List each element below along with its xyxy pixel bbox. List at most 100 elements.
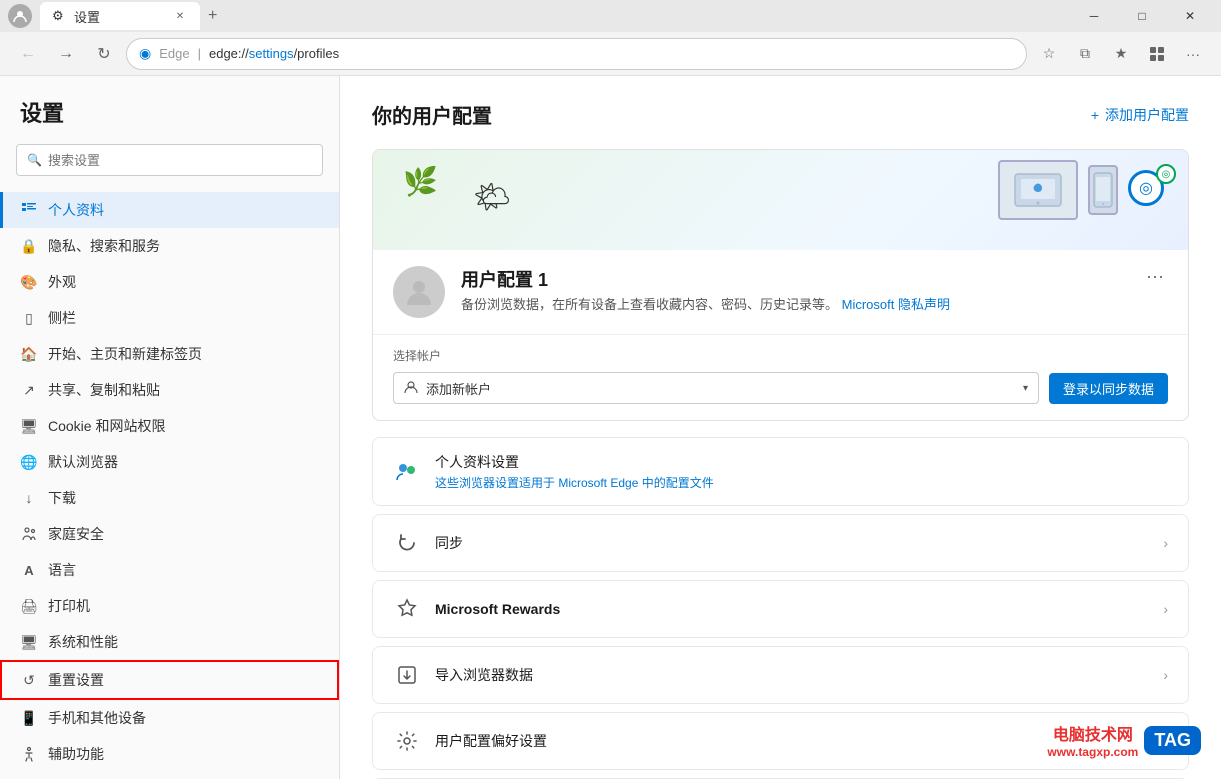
sidebar-item-mobile[interactable]: 📱 手机和其他设备 [0, 700, 339, 736]
search-box[interactable]: 🔍 [16, 144, 323, 176]
maximize-button[interactable]: □ [1119, 0, 1165, 32]
account-dropdown[interactable]: 添加新帐户 ▾ [393, 372, 1039, 404]
profile-banner: 🌿 🌤 [373, 150, 1188, 250]
search-icon: 🔍 [27, 153, 42, 167]
printer-icon: 🖨 [20, 597, 38, 615]
profile-settings-text: 个人资料设置 这些浏览器设置适用于 Microsoft Edge 中的配置文件 [435, 452, 714, 491]
sidebar-item-system[interactable]: 🖥 系统和性能 [0, 624, 339, 660]
tab-close-button[interactable]: ✕ [172, 8, 188, 24]
cookie-icon: 🖥 [20, 417, 38, 435]
sync-button[interactable]: 登录以同步数据 [1049, 373, 1168, 404]
back-button[interactable]: ← [12, 38, 44, 70]
titlebar: ⚙ 设置 ✕ + ─ □ ✕ [0, 0, 1221, 32]
sidebar-item-mobile-label: 手机和其他设备 [48, 708, 146, 728]
watermark: 电脑技术网 www.tagxp.com TAG [1047, 721, 1201, 759]
collections-button[interactable]: ★ [1105, 38, 1137, 70]
sidebar-item-accessibility[interactable]: 辅助功能 [0, 736, 339, 772]
rewards-row[interactable]: Microsoft Rewards › [373, 581, 1188, 637]
palette-icon: 🎨 [20, 273, 38, 291]
sidebar-item-sidebar-label: 侧栏 [48, 308, 76, 328]
sidebar-item-profile[interactable]: 个人资料 [0, 192, 339, 228]
nav-actions: ☆ ⧉ ★ ··· [1033, 38, 1209, 70]
sync-row[interactable]: 同步 › [373, 515, 1188, 571]
profile-avatar [393, 266, 445, 318]
sidebar-item-sidebar[interactable]: ▯ 侧栏 [0, 300, 339, 336]
preferences-title: 用户配置偏好设置 [435, 731, 547, 751]
sidebar-item-print[interactable]: 🖨 打印机 [0, 588, 339, 624]
active-tab[interactable]: ⚙ 设置 ✕ [40, 2, 200, 30]
import-arrow: › [1163, 667, 1168, 683]
sync-title: 同步 [435, 533, 463, 553]
share-icon: ↗ [20, 381, 38, 399]
mobile-icon: 📱 [20, 709, 38, 727]
sync-section: 同步 › [372, 514, 1189, 572]
sidebar-item-privacy[interactable]: 🔒 隐私、搜索和服务 [0, 228, 339, 264]
profile-icon [20, 201, 38, 219]
sidebar-item-newtab-label: 开始、主页和新建标签页 [48, 344, 202, 364]
accessibility-icon [20, 745, 38, 763]
account-section: 选择帐户 添加新帐户 ▾ 登录以同步数据 [373, 334, 1188, 420]
sidebar-item-browser[interactable]: 🌐 默认浏览器 [0, 444, 339, 480]
sidebar-item-reset[interactable]: ↺ 重置设置 [0, 660, 339, 700]
window-controls: ─ □ ✕ [1071, 0, 1213, 32]
profile-description: 备份浏览数据，在所有设备上查看收藏内容、密码、历史记录等。 Microsoft … [461, 296, 1168, 314]
watermark-url: www.tagxp.com [1047, 745, 1138, 759]
rewards-arrow: › [1163, 601, 1168, 617]
profile-settings-icon [393, 458, 421, 486]
forward-button[interactable]: → [50, 38, 82, 70]
address-text: edge://settings/profiles [209, 46, 339, 61]
sidebar-item-language[interactable]: A 语言 [0, 552, 339, 588]
add-profile-button[interactable]: + 添加用户配置 [1091, 105, 1189, 125]
add-account-text: 添加新帐户 [426, 379, 1015, 398]
privacy-link[interactable]: Microsoft 隐私声明 [842, 297, 950, 312]
sidebar-item-browser-label: 默认浏览器 [48, 452, 118, 472]
import-row[interactable]: 导入浏览器数据 › [373, 647, 1188, 703]
rewards-section: Microsoft Rewards › [372, 580, 1189, 638]
browser-menu-button[interactable]: ··· [1177, 38, 1209, 70]
profile-info: 用户配置 1 备份浏览数据，在所有设备上查看收藏内容、密码、历史记录等。 Mic… [373, 250, 1188, 334]
extensions-button[interactable] [1141, 38, 1173, 70]
search-input[interactable] [48, 153, 312, 168]
sidebar-item-family[interactable]: 家庭安全 [0, 516, 339, 552]
watermark-tag: TAG [1144, 726, 1201, 755]
sidebar-item-cookies[interactable]: 🖥 Cookie 和网站权限 [0, 408, 339, 444]
import-title: 导入浏览器数据 [435, 665, 533, 685]
sun-decoration: 🌤 [473, 180, 511, 215]
rewards-title: Microsoft Rewards [435, 601, 560, 617]
split-screen-button[interactable]: ⧉ [1069, 38, 1101, 70]
download-icon: ↓ [20, 489, 38, 507]
sidebar-item-profile-label: 个人资料 [48, 200, 104, 220]
sidebar-item-language-label: 语言 [48, 560, 76, 580]
sidebar-item-appearance[interactable]: 🎨 外观 [0, 264, 339, 300]
rewards-icon [393, 595, 421, 623]
sidebar-item-share[interactable]: ↗ 共享、复制和粘贴 [0, 372, 339, 408]
traffic-lights [8, 4, 32, 28]
import-section: 导入浏览器数据 › [372, 646, 1189, 704]
account-row: 添加新帐户 ▾ 登录以同步数据 [393, 372, 1168, 404]
profile-more-button[interactable]: ··· [1138, 262, 1172, 291]
default-browser-icon: 🌐 [20, 453, 38, 471]
profile-desc-text: 备份浏览数据，在所有设备上查看收藏内容、密码、历史记录等。 [461, 297, 838, 312]
edge-logo-icon: ◉ [139, 45, 151, 62]
refresh-button[interactable]: ↻ [88, 38, 120, 70]
sidebar-item-newtab[interactable]: 🏠 开始、主页和新建标签页 [0, 336, 339, 372]
profile-settings-section: 个人资料设置 这些浏览器设置适用于 Microsoft Edge 中的配置文件 [372, 437, 1189, 506]
minimize-button[interactable]: ─ [1071, 0, 1117, 32]
user-avatar[interactable] [8, 4, 32, 28]
close-button[interactable]: ✕ [1167, 0, 1213, 32]
language-icon: A [20, 561, 38, 579]
account-icon [404, 380, 418, 397]
circle-icons: ◎ ◎ [1128, 170, 1168, 210]
sidebar-item-about[interactable]: ◎ 关于 Microsoft Edge [0, 772, 339, 779]
sidebar-item-downloads-label: 下载 [48, 488, 76, 508]
tablet-icon [998, 160, 1078, 220]
profile-settings-row[interactable]: 个人资料设置 这些浏览器设置适用于 Microsoft Edge 中的配置文件 [373, 438, 1188, 505]
new-tab-button[interactable]: + [200, 3, 225, 29]
address-bar[interactable]: ◉ Edge | edge://settings/profiles [126, 38, 1027, 70]
favorites-button[interactable]: ☆ [1033, 38, 1065, 70]
content-header: 你的用户配置 + 添加用户配置 [372, 100, 1189, 129]
sidebar-item-print-label: 打印机 [48, 596, 90, 616]
sidebar-item-downloads[interactable]: ↓ 下载 [0, 480, 339, 516]
profile-settings-subtitle: 这些浏览器设置适用于 Microsoft Edge 中的配置文件 [435, 474, 714, 491]
address-path: settings [249, 46, 294, 61]
